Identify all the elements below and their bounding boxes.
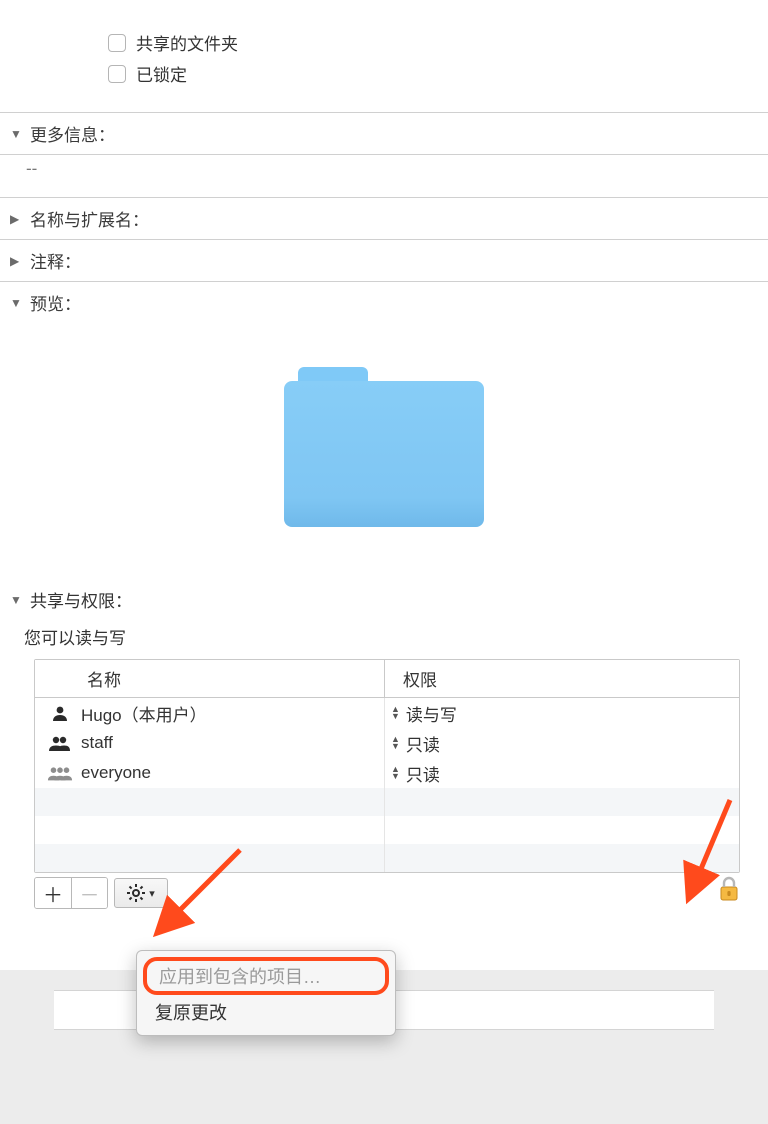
general-checkboxes: 共享的文件夹 已锁定	[0, 0, 768, 113]
more-info-body: --	[0, 155, 768, 198]
table-row[interactable]: Hugo（本用户） ▲▼ 读与写	[35, 698, 739, 728]
users-icon	[47, 733, 73, 753]
permissions-table: 名称 权限 Hugo（本用户） ▲▼ 读与写	[34, 659, 740, 873]
column-name-header[interactable]: 名称	[35, 660, 385, 697]
preview-body	[0, 323, 768, 579]
row-privilege: 只读	[406, 731, 440, 756]
comments-title: 注释：	[30, 248, 81, 273]
comments-header[interactable]: ▶ 注释：	[0, 240, 768, 282]
menu-revert-changes[interactable]: 复原更改	[137, 995, 395, 1029]
stepper-icon[interactable]: ▲▼	[391, 766, 400, 780]
locked-label: 已锁定	[136, 61, 187, 86]
stepper-icon[interactable]: ▲▼	[391, 736, 400, 750]
row-name: Hugo（本用户）	[81, 701, 207, 726]
disclosure-down-icon: ▼	[10, 127, 24, 141]
preview-title: 预览：	[30, 290, 81, 315]
menu-apply-to-enclosed[interactable]: 应用到包含的项目…	[143, 957, 389, 995]
column-privilege-header[interactable]: 权限	[385, 660, 739, 697]
row-name: staff	[81, 733, 113, 753]
sharing-permissions-title: 共享与权限：	[30, 587, 132, 612]
disclosure-down-icon: ▼	[10, 593, 24, 607]
row-name: everyone	[81, 763, 151, 783]
table-row-empty	[35, 816, 739, 844]
add-user-button[interactable]: ＋	[35, 878, 71, 908]
chevron-down-icon: ▾	[149, 887, 155, 900]
group-icon	[47, 763, 73, 783]
table-row[interactable]: everyone ▲▼ 只读	[35, 758, 739, 788]
table-row-empty	[35, 844, 739, 872]
folder-icon	[284, 367, 484, 527]
table-row[interactable]: staff ▲▼ 只读	[35, 728, 739, 758]
stepper-icon[interactable]: ▲▼	[391, 706, 400, 720]
shared-folder-checkbox[interactable]	[108, 34, 126, 52]
menu-item-label: 应用到包含的项目…	[159, 967, 321, 987]
locked-checkbox[interactable]	[108, 65, 126, 83]
gear-icon	[127, 884, 145, 902]
sharing-summary: 您可以读与写	[10, 618, 758, 659]
more-info-title: 更多信息：	[30, 121, 115, 146]
row-privilege: 只读	[406, 761, 440, 786]
lock-icon[interactable]	[718, 876, 740, 907]
permissions-toolbar: ＋ － ▾	[34, 873, 740, 913]
user-icon	[47, 703, 73, 723]
remove-user-button[interactable]: －	[71, 878, 107, 908]
disclosure-down-icon: ▼	[10, 296, 24, 310]
action-menu: 应用到包含的项目… 复原更改	[136, 950, 396, 1036]
shared-folder-label: 共享的文件夹	[136, 30, 238, 55]
disclosure-right-icon: ▶	[10, 254, 24, 268]
more-info-value: --	[26, 159, 37, 178]
action-menu-button[interactable]: ▾	[114, 878, 168, 908]
menu-item-label: 复原更改	[155, 1003, 227, 1023]
name-extension-title: 名称与扩展名：	[30, 206, 149, 231]
more-info-header[interactable]: ▼ 更多信息：	[0, 113, 768, 155]
disclosure-right-icon: ▶	[10, 212, 24, 226]
preview-header[interactable]: ▼ 预览：	[0, 282, 768, 323]
table-row-empty	[35, 788, 739, 816]
row-privilege: 读与写	[406, 701, 457, 726]
name-extension-header[interactable]: ▶ 名称与扩展名：	[0, 198, 768, 240]
sharing-permissions-header[interactable]: ▼ 共享与权限：	[10, 587, 758, 618]
